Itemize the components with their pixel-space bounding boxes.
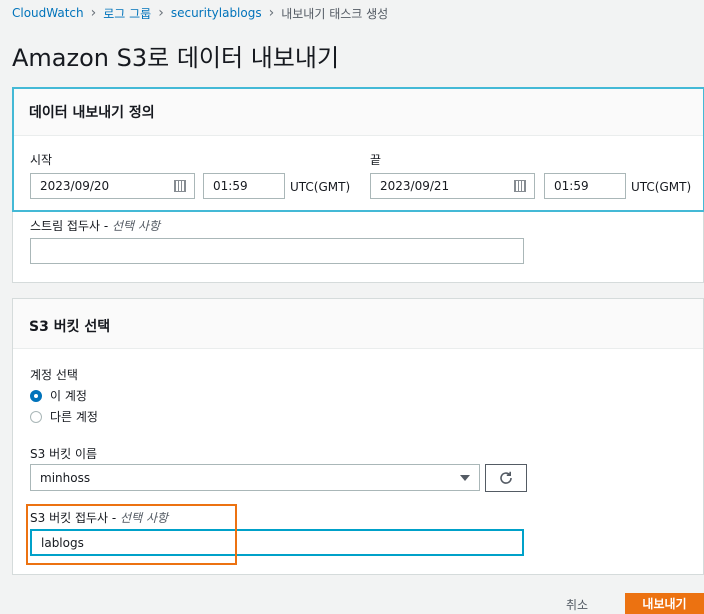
export-definition-panel: 데이터 내보내기 정의 시작 2023/09/20 01:59 UTC(GMT)… <box>12 87 704 283</box>
start-label: 시작 <box>30 153 53 167</box>
stream-prefix-label-text: 스트림 접두사 - <box>30 219 113 233</box>
end-time-input[interactable]: 01:59 <box>544 173 626 199</box>
start-time-value: 01:59 <box>213 179 248 193</box>
end-time-value: 01:59 <box>554 179 589 193</box>
breadcrumb-current: 내보내기 태스크 생성 <box>281 6 389 21</box>
calendar-icon[interactable] <box>174 180 186 192</box>
radio-other-account-label[interactable]: 다른 계정 <box>50 408 98 425</box>
chevron-right-icon: › <box>158 5 164 21</box>
bucket-name-select[interactable]: minhoss <box>30 464 480 491</box>
radio-this-account[interactable] <box>30 390 42 402</box>
optional-hint: 선택 사항 <box>112 219 160 233</box>
end-date-value: 2023/09/21 <box>380 179 450 193</box>
end-timezone: UTC(GMT) <box>631 180 692 194</box>
caret-down-icon <box>460 475 470 481</box>
breadcrumb-log-groups[interactable]: 로그 그룹 <box>103 5 151 22</box>
page-title: Amazon S3로 데이터 내보내기 <box>12 44 340 72</box>
start-time-input[interactable]: 01:59 <box>203 173 285 199</box>
panel-title: S3 버킷 선택 <box>29 319 111 335</box>
breadcrumb-log-group[interactable]: securitylablogs <box>171 6 262 20</box>
chevron-right-icon: › <box>90 5 97 21</box>
account-label: 계정 선택 <box>30 368 78 382</box>
end-date-input[interactable]: 2023/09/21 <box>370 173 535 199</box>
breadcrumb-cloudwatch[interactable]: CloudWatch <box>12 6 84 20</box>
panel-header: S3 버킷 선택 <box>13 299 703 349</box>
start-timezone: UTC(GMT) <box>290 180 351 194</box>
stream-prefix-input[interactable] <box>30 238 524 264</box>
bucket-name-value: minhoss <box>40 470 91 485</box>
start-date-input[interactable]: 2023/09/20 <box>30 173 195 199</box>
annotation-highlight-box <box>26 504 237 565</box>
radio-other-account[interactable] <box>30 411 42 423</box>
end-label: 끝 <box>370 153 382 167</box>
stream-prefix-label: 스트림 접두사 - 선택 사항 <box>30 217 160 234</box>
refresh-icon <box>500 471 512 484</box>
breadcrumb: CloudWatch › 로그 그룹 › securitylablogs › 내… <box>12 4 388 22</box>
panel-header: 데이터 내보내기 정의 <box>13 88 703 136</box>
panel-title: 데이터 내보내기 정의 <box>29 105 155 121</box>
chevron-right-icon: › <box>268 5 275 21</box>
refresh-button[interactable] <box>485 464 527 492</box>
bucket-name-label: S3 버킷 이름 <box>30 447 98 461</box>
start-date-value: 2023/09/20 <box>40 179 110 193</box>
cancel-button[interactable]: 취소 <box>566 596 588 613</box>
export-button[interactable]: 내보내기 <box>625 593 704 614</box>
radio-this-account-label[interactable]: 이 계정 <box>50 387 87 404</box>
calendar-icon[interactable] <box>514 180 526 192</box>
